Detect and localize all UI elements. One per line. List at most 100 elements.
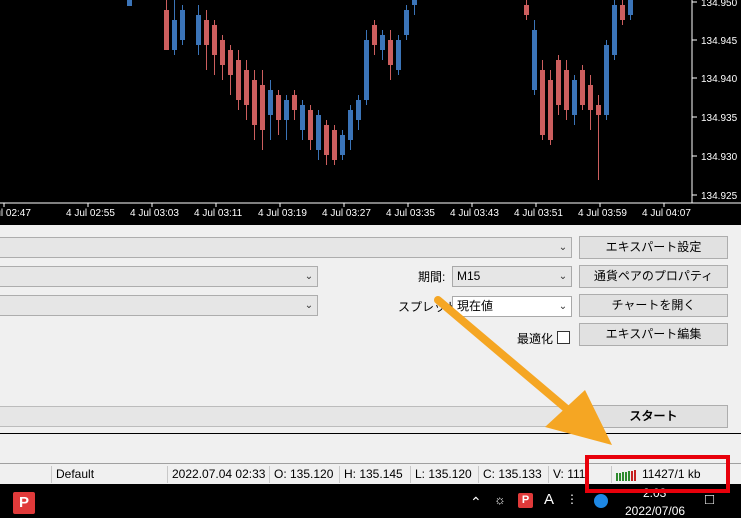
time-label: 4 Jul 03:11 (194, 208, 243, 219)
candle-body (396, 40, 401, 70)
expert-select[interactable]: ⌄ (0, 237, 572, 258)
model-select[interactable]: ⌄ (0, 295, 318, 316)
notification-icon[interactable]: □ (705, 491, 714, 508)
price-label: 134.945 (701, 36, 738, 47)
candle-body (332, 130, 337, 160)
candle-body (412, 0, 417, 5)
candle-body (404, 10, 409, 35)
candle-body (588, 85, 593, 110)
chevron-down-icon: ⌄ (304, 300, 314, 311)
symbol-properties-button[interactable]: 通貨ペアのプロパティ (579, 265, 728, 288)
candle-body (388, 40, 393, 65)
edge-icon[interactable] (594, 494, 608, 508)
price-label: 134.930 (701, 152, 738, 163)
expert-properties-button[interactable]: エキスパート設定 (579, 236, 728, 259)
candle-body (628, 0, 633, 15)
status-low: L: 135.120 (411, 466, 479, 483)
candle-body (340, 135, 345, 155)
time-label: 4 Jul 03:59 (578, 208, 627, 219)
candle-body (180, 10, 185, 40)
app-icon[interactable]: P (13, 492, 35, 514)
status-open: O: 135.120 (270, 466, 340, 483)
chevron-up-icon[interactable]: ⌃ (470, 494, 482, 511)
start-button[interactable]: スタート (579, 405, 728, 428)
highlight-box (585, 455, 730, 493)
panel-divider (0, 433, 741, 434)
candle-body (316, 115, 321, 150)
candle-body (236, 60, 241, 100)
candle-body (228, 50, 233, 75)
chevron-down-icon: ⌄ (558, 271, 568, 282)
candle-body (252, 80, 257, 125)
status-empty (0, 466, 52, 483)
candle-body (284, 100, 289, 120)
optimization-label: 最適化 (517, 332, 554, 346)
progress-bar (0, 406, 576, 427)
candle-body (308, 110, 313, 140)
candle-body (276, 95, 281, 120)
candle-body (348, 110, 353, 140)
wifi-icon[interactable]: ☼ (494, 492, 506, 507)
candle-body (172, 20, 177, 50)
candle-body (268, 90, 273, 115)
candle-body (164, 10, 169, 50)
candle-body (212, 25, 217, 55)
candle-body (220, 40, 225, 65)
chevron-down-icon: ⌄ (304, 271, 314, 282)
candle-body (244, 70, 249, 105)
status-high: H: 135.145 (340, 466, 411, 483)
status-profile: Default (52, 466, 168, 483)
symbol-select[interactable]: ⌄ (0, 266, 318, 287)
time-label: 4 Jul 03:35 (386, 208, 435, 219)
dots-icon[interactable]: ⋮ (566, 492, 578, 506)
period-select[interactable]: M15 ⌄ (452, 266, 572, 287)
candle-body (620, 5, 625, 20)
candlestick-chart: 134.950 134.945 134.940 134.935 134.930 134.9… (0, 0, 741, 219)
spread-value: 現在値 (457, 299, 494, 313)
candle-body (300, 105, 305, 130)
strategy-tester-panel: ⌄ エキスパート設定 ⌄ 期間: M15 ⌄ 通貨ペアのプロパティ ⌄ スプレッ… (0, 225, 741, 463)
candle-body (596, 105, 601, 115)
candle-body (564, 70, 569, 110)
candle-body (260, 85, 265, 130)
candle-body (524, 5, 529, 15)
optimization-checkbox[interactable] (557, 331, 570, 344)
candle-body (572, 80, 577, 115)
candle-body (356, 100, 361, 120)
taskbar-date[interactable]: 2022/07/06 (625, 504, 685, 518)
candle-body (604, 45, 609, 115)
candle-body (380, 35, 385, 50)
time-label: 4 Jul 03:51 (514, 208, 563, 219)
time-label: 4 Jul 02:47 (0, 208, 31, 219)
candle-body (364, 40, 369, 100)
candle-body (196, 15, 201, 45)
time-label: 4 Jul 03:27 (322, 208, 371, 219)
candle-body (612, 5, 617, 55)
candle-body (540, 70, 545, 135)
time-label: 4 Jul 03:03 (130, 208, 179, 219)
period-label: 期間: (418, 270, 446, 284)
status-datetime: 2022.07.04 02:33 (168, 466, 270, 483)
font-icon[interactable]: A (544, 491, 554, 508)
candle-body (556, 60, 561, 105)
edit-expert-button[interactable]: エキスパート編集 (579, 323, 728, 346)
candle-body (204, 20, 209, 45)
open-chart-button[interactable]: チャートを開く (579, 294, 728, 317)
time-label: 4 Jul 02:55 (66, 208, 115, 219)
candle-body (580, 70, 585, 105)
price-label: 134.925 (701, 191, 738, 202)
candle-body (324, 125, 329, 155)
period-value: M15 (457, 269, 481, 283)
time-label: 4 Jul 04:07 (642, 208, 691, 219)
candle-body (292, 95, 297, 110)
price-label: 134.940 (701, 74, 738, 85)
price-chart[interactable]: 134.950 134.945 134.940 134.935 134.930 134.9… (0, 0, 741, 225)
time-label: 4 Jul 03:43 (450, 208, 499, 219)
spread-select[interactable]: 現在値 ⌄ (452, 296, 572, 317)
candle-body (372, 25, 377, 45)
chevron-down-icon: ⌄ (558, 301, 568, 312)
tray-app-icon[interactable]: P (518, 493, 533, 508)
status-close: C: 135.133 (479, 466, 549, 483)
chevron-down-icon: ⌄ (558, 242, 568, 253)
price-label: 134.950 (701, 0, 738, 9)
